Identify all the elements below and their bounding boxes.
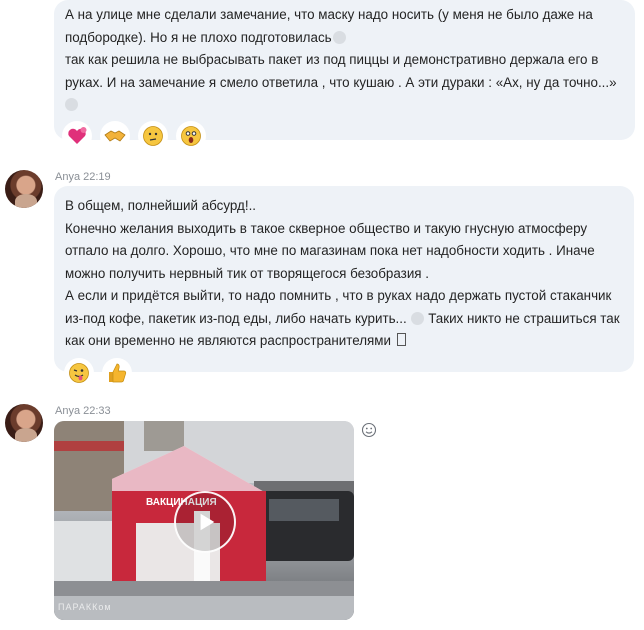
message-line: А если и придётся выйти, то надо помнить… xyxy=(65,288,612,303)
avatar[interactable] xyxy=(5,404,43,442)
message-line: подбородке). Но я не плохо подготовилась xyxy=(65,27,621,50)
message-line xyxy=(65,94,621,117)
tongue-face-reaction[interactable] xyxy=(64,358,94,388)
grin-emoji-icon xyxy=(65,98,78,111)
message-line: руках. И на замечание я смело ответила ,… xyxy=(65,74,617,90)
message-line: Конечно желания выходить в такое скверно… xyxy=(65,220,588,236)
smile-emoji-icon xyxy=(332,30,346,44)
message-time: 22:33 xyxy=(83,405,111,417)
message-line: из-под кофе, пакетик из-под еды, либо на… xyxy=(65,310,620,326)
thumbs-up-icon xyxy=(109,363,127,383)
reactions-row-1 xyxy=(62,121,206,151)
message-line: А на улице мне сделали замечание, что ма… xyxy=(65,7,593,22)
message-line: В общем, полнейший абсурд!.. xyxy=(65,198,257,213)
video-message[interactable]: ВАКЦИНАЦИЯ ПАРАККом xyxy=(54,421,354,620)
play-button[interactable] xyxy=(174,491,236,553)
message-text-1: А на улице мне сделали замечание, что ма… xyxy=(65,0,621,117)
author-name: Anya xyxy=(55,171,81,183)
handshake-icon xyxy=(104,130,126,142)
message-line: можно получить нервный тик от творящегос… xyxy=(65,265,429,281)
shocked-face-icon xyxy=(181,126,201,146)
author-name: Anya xyxy=(55,405,81,417)
play-icon xyxy=(200,513,215,531)
thinking-face-reaction[interactable] xyxy=(138,121,168,151)
heart-eyes-reaction[interactable] xyxy=(62,121,92,151)
message-header-2: Anya 22:19 xyxy=(55,171,111,183)
message-time: 22:19 xyxy=(83,171,111,183)
handshake-reaction[interactable] xyxy=(100,121,130,151)
shocked-face-reaction[interactable] xyxy=(176,121,206,151)
smirk-emoji-icon xyxy=(411,311,425,325)
tongue-face-icon xyxy=(69,363,89,383)
video-watermark: ПАРАККом xyxy=(58,602,112,612)
message-line: как они временно не являются распростран… xyxy=(65,330,620,353)
message-line: так как решила не выбрасывать пакет из п… xyxy=(65,52,599,67)
message-bubble-2[interactable]: В общем, полнейший абсурд!.. Конечно жел… xyxy=(54,186,634,372)
message-header-3: Anya 22:33 xyxy=(55,405,111,417)
missing-glyph-icon xyxy=(396,333,406,346)
message-text-2: В общем, полнейший абсурд!.. Конечно жел… xyxy=(65,186,620,353)
message-bubble-1[interactable]: А на улице мне сделали замечание, что ма… xyxy=(54,0,635,140)
thumbs-up-reaction[interactable] xyxy=(102,358,132,388)
smiley-outline-icon[interactable] xyxy=(361,422,377,438)
heart-eyes-icon xyxy=(68,127,87,144)
reactions-row-2 xyxy=(64,358,132,388)
message-line: отпало на долго. Хорошо, что мне по мага… xyxy=(65,243,595,258)
avatar[interactable] xyxy=(5,170,43,208)
thinking-face-icon xyxy=(143,126,163,146)
